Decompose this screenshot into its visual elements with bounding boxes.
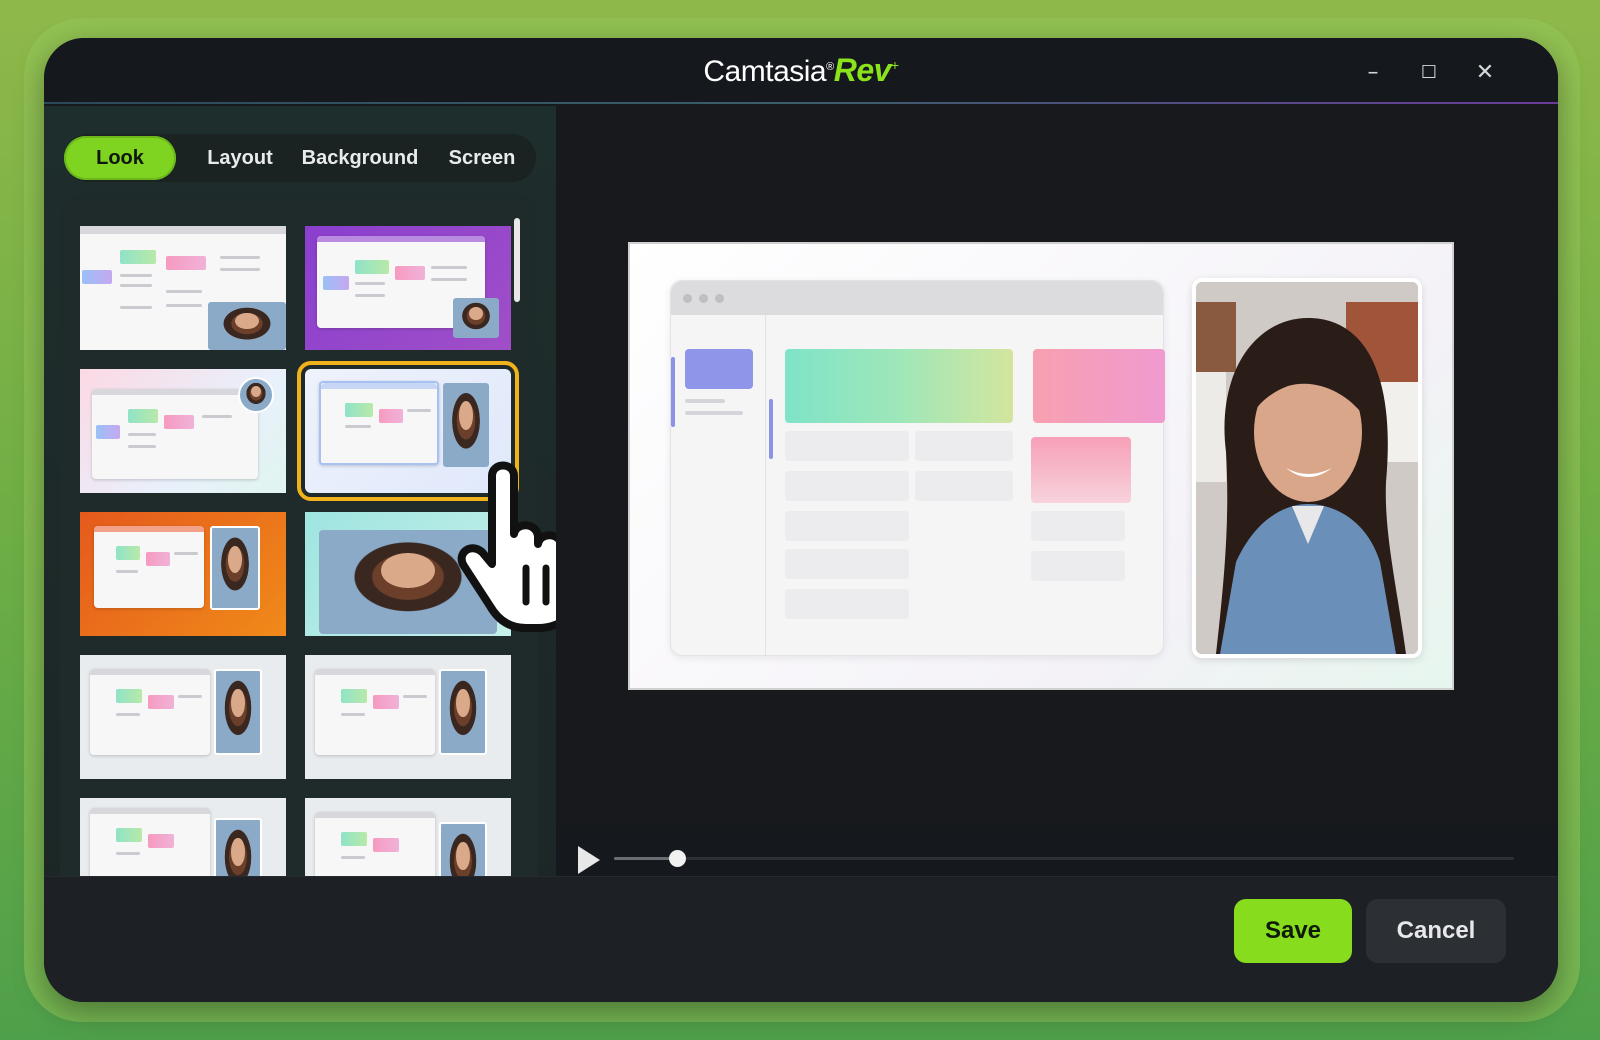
logo-main-text: Camtasia (703, 55, 827, 88)
look-thumbnail-2[interactable] (305, 226, 511, 350)
logo-accent-text: Rev (833, 52, 892, 88)
close-icon[interactable]: ✕ (1470, 58, 1500, 88)
logo-reg-mark: ® (826, 61, 834, 73)
app-window: Camtasia®Rev+ – ☐ ✕ Look Layout Backgrou… (44, 38, 1558, 1002)
presenter-photo (1196, 282, 1418, 654)
preview-screen-recording (670, 280, 1165, 656)
dialog-footer: Save Cancel (44, 876, 1558, 1002)
preview-area (556, 106, 1558, 866)
look-thumbnail-1[interactable] (80, 226, 286, 350)
tab-bar: Look Layout Background Screen (64, 134, 536, 182)
thumbnail-scrollbar[interactable] (514, 218, 520, 302)
title-bar: Camtasia®Rev+ – ☐ ✕ (44, 38, 1558, 104)
timeline-progress (614, 857, 677, 860)
timeline-scrubber[interactable] (669, 850, 686, 867)
tab-background[interactable]: Background (290, 136, 430, 180)
look-thumbnail-7[interactable] (80, 655, 286, 779)
timeline-track[interactable] (614, 857, 1514, 860)
look-thumbnail-3[interactable] (80, 369, 286, 493)
save-button[interactable]: Save (1234, 899, 1352, 963)
look-thumbnail-8[interactable] (305, 655, 511, 779)
minimize-icon[interactable]: – (1358, 58, 1388, 88)
preview-canvas (628, 242, 1454, 690)
cancel-button[interactable]: Cancel (1366, 899, 1506, 963)
tab-screen[interactable]: Screen (432, 136, 532, 180)
maximize-icon[interactable]: ☐ (1414, 58, 1444, 88)
play-icon[interactable] (578, 846, 600, 874)
tab-look[interactable]: Look (64, 136, 176, 180)
app-logo: Camtasia®Rev+ (44, 52, 1558, 89)
look-thumbnail-5[interactable] (80, 512, 286, 636)
preview-camera-feed (1192, 278, 1422, 658)
logo-star: + (890, 57, 899, 73)
tab-layout[interactable]: Layout (190, 136, 290, 180)
